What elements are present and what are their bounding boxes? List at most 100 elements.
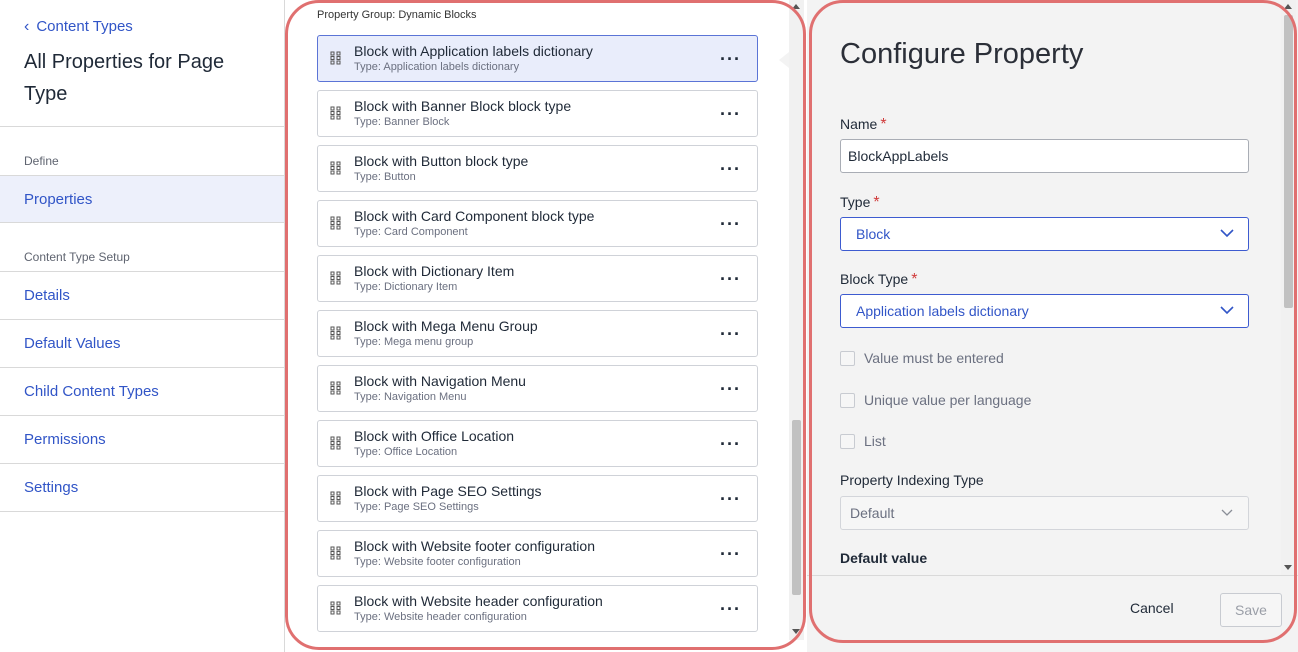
block-type-label: Block Type * (840, 271, 917, 289)
checkbox-label: List (864, 433, 886, 449)
name-label-text: Name (840, 116, 878, 132)
drag-handle-icon[interactable] (330, 106, 342, 120)
back-to-content-types-link[interactable]: ‹ Content Types (24, 18, 133, 35)
name-input[interactable]: BlockAppLabels (840, 139, 1249, 173)
property-list-item[interactable]: Block with Office Location Type: Office L… (317, 420, 758, 467)
property-title: Block with Card Component block type (354, 208, 595, 224)
ellipsis-icon[interactable]: ··· (720, 270, 741, 288)
ellipsis-icon[interactable]: ··· (720, 380, 741, 398)
drag-handle-icon[interactable] (330, 436, 342, 450)
ellipsis-icon[interactable]: ··· (720, 490, 741, 508)
ellipsis-icon[interactable]: ··· (720, 105, 741, 123)
property-type: Type: Card Component (354, 226, 468, 238)
drag-handle-icon[interactable] (330, 381, 342, 395)
nav-item-child-content-types[interactable]: Child Content Types (0, 368, 284, 416)
save-button[interactable]: Save (1220, 593, 1282, 627)
scroll-down-arrow-icon[interactable] (1284, 565, 1292, 570)
nav-item-permissions[interactable]: Permissions (0, 416, 284, 464)
block-type-select[interactable]: Application labels dictionary (840, 294, 1249, 328)
unique-value-per-language-checkbox[interactable]: Unique value per language (840, 392, 1031, 408)
sidebar: ‹ Content Types All Properties for Page … (0, 0, 285, 652)
nav-item-properties[interactable]: Properties (0, 175, 284, 223)
type-select-value: Block (856, 226, 891, 242)
ellipsis-icon[interactable]: ··· (720, 325, 741, 343)
ellipsis-icon[interactable]: ··· (720, 50, 741, 68)
scrollbar-thumb[interactable] (1284, 15, 1293, 308)
section-label-setup: Content Type Setup (24, 250, 130, 264)
type-select[interactable]: Block (840, 217, 1249, 251)
drag-handle-icon[interactable] (330, 491, 342, 505)
configure-footer: Cancel Save (807, 575, 1298, 652)
ellipsis-icon[interactable]: ··· (720, 600, 741, 618)
nav-item-label: Properties (24, 190, 93, 208)
property-title: Block with Button block type (354, 153, 529, 169)
scrollbar-thumb[interactable] (792, 420, 801, 595)
property-list-item[interactable]: Block with Application labels dictionary… (317, 35, 758, 82)
back-link-label: Content Types (36, 18, 133, 35)
type-label: Type * (840, 194, 880, 212)
configure-scrollbar[interactable] (1281, 0, 1296, 575)
property-list-item[interactable]: Block with Banner Block block type Type: … (317, 90, 758, 137)
nav-item-settings[interactable]: Settings (0, 464, 284, 512)
property-type: Type: Website footer configuration (354, 556, 521, 568)
checkbox-box[interactable] (840, 350, 855, 366)
drag-handle-icon[interactable] (330, 601, 342, 615)
property-list: Block with Application labels dictionary… (317, 35, 758, 640)
ellipsis-icon[interactable]: ··· (720, 545, 741, 563)
drag-handle-icon[interactable] (330, 546, 342, 560)
drag-handle-icon[interactable] (330, 271, 342, 285)
required-marker: * (911, 271, 918, 288)
property-type: Type: Dictionary Item (354, 281, 458, 293)
property-list-item[interactable]: Block with Button block type Type: Button… (317, 145, 758, 192)
drag-handle-icon[interactable] (330, 216, 342, 230)
indexing-type-select[interactable]: Default (840, 496, 1249, 530)
drag-handle-icon[interactable] (330, 326, 342, 340)
checkbox-box[interactable] (840, 392, 855, 408)
configure-heading: Configure Property (840, 38, 1084, 70)
list-checkbox[interactable]: List (840, 433, 886, 449)
indexing-type-value: Default (850, 505, 895, 521)
property-type: Type: Office Location (354, 446, 458, 458)
property-list-item[interactable]: Block with Navigation Menu Type: Navigati… (317, 365, 758, 412)
property-list-item[interactable]: Block with Website footer configuration T… (317, 530, 758, 577)
nav-item-label: Permissions (24, 431, 106, 448)
property-group-label: Property Group: Dynamic Blocks (317, 9, 477, 21)
property-type: Type: Button (354, 171, 416, 183)
drag-handle-icon[interactable] (330, 161, 342, 175)
checkbox-box[interactable] (840, 433, 855, 449)
scroll-down-arrow-icon[interactable] (792, 629, 800, 634)
list-scrollbar[interactable] (789, 0, 804, 640)
drag-handle-icon[interactable] (330, 51, 342, 65)
property-list-item[interactable]: Block with Page SEO Settings Type: Page S… (317, 475, 758, 522)
property-list-item[interactable]: Block with Card Component block type Type… (317, 200, 758, 247)
cancel-button[interactable]: Cancel (1130, 600, 1174, 616)
nav-item-details[interactable]: Details (0, 272, 284, 320)
divider (0, 126, 284, 127)
nav-item-default-values[interactable]: Default Values (0, 320, 284, 368)
property-type: Type: Website header configuration (354, 611, 527, 623)
property-title: Block with Mega Menu Group (354, 318, 538, 334)
scroll-up-arrow-icon[interactable] (792, 4, 800, 9)
ellipsis-icon[interactable]: ··· (720, 160, 741, 178)
ellipsis-icon[interactable]: ··· (720, 215, 741, 233)
property-title: Block with Application labels dictionary (354, 43, 593, 59)
value-must-be-entered-checkbox[interactable]: Value must be entered (840, 350, 1004, 366)
property-title: Block with Website header configuration (354, 593, 603, 609)
nav-item-label: Child Content Types (24, 383, 159, 400)
chevron-down-icon (1221, 509, 1233, 516)
required-marker: * (873, 194, 880, 211)
block-type-label-text: Block Type (840, 271, 909, 287)
property-list-item[interactable]: Block with Dictionary Item Type: Dictiona… (317, 255, 758, 302)
checkbox-label: Unique value per language (864, 392, 1032, 408)
chevron-down-icon (1220, 229, 1234, 238)
required-marker: * (880, 116, 887, 133)
nav-item-label: Details (24, 287, 70, 304)
nav-item-label: Default Values (24, 335, 121, 352)
property-list-item[interactable]: Block with Mega Menu Group Type: Mega men… (317, 310, 758, 357)
property-type: Type: Application labels dictionary (354, 61, 520, 73)
property-title: Block with Office Location (354, 428, 515, 444)
ellipsis-icon[interactable]: ··· (720, 435, 741, 453)
property-title: Block with Banner Block block type (354, 98, 572, 114)
scroll-up-arrow-icon[interactable] (1284, 4, 1292, 9)
property-list-item[interactable]: Block with Website header configuration T… (317, 585, 758, 632)
